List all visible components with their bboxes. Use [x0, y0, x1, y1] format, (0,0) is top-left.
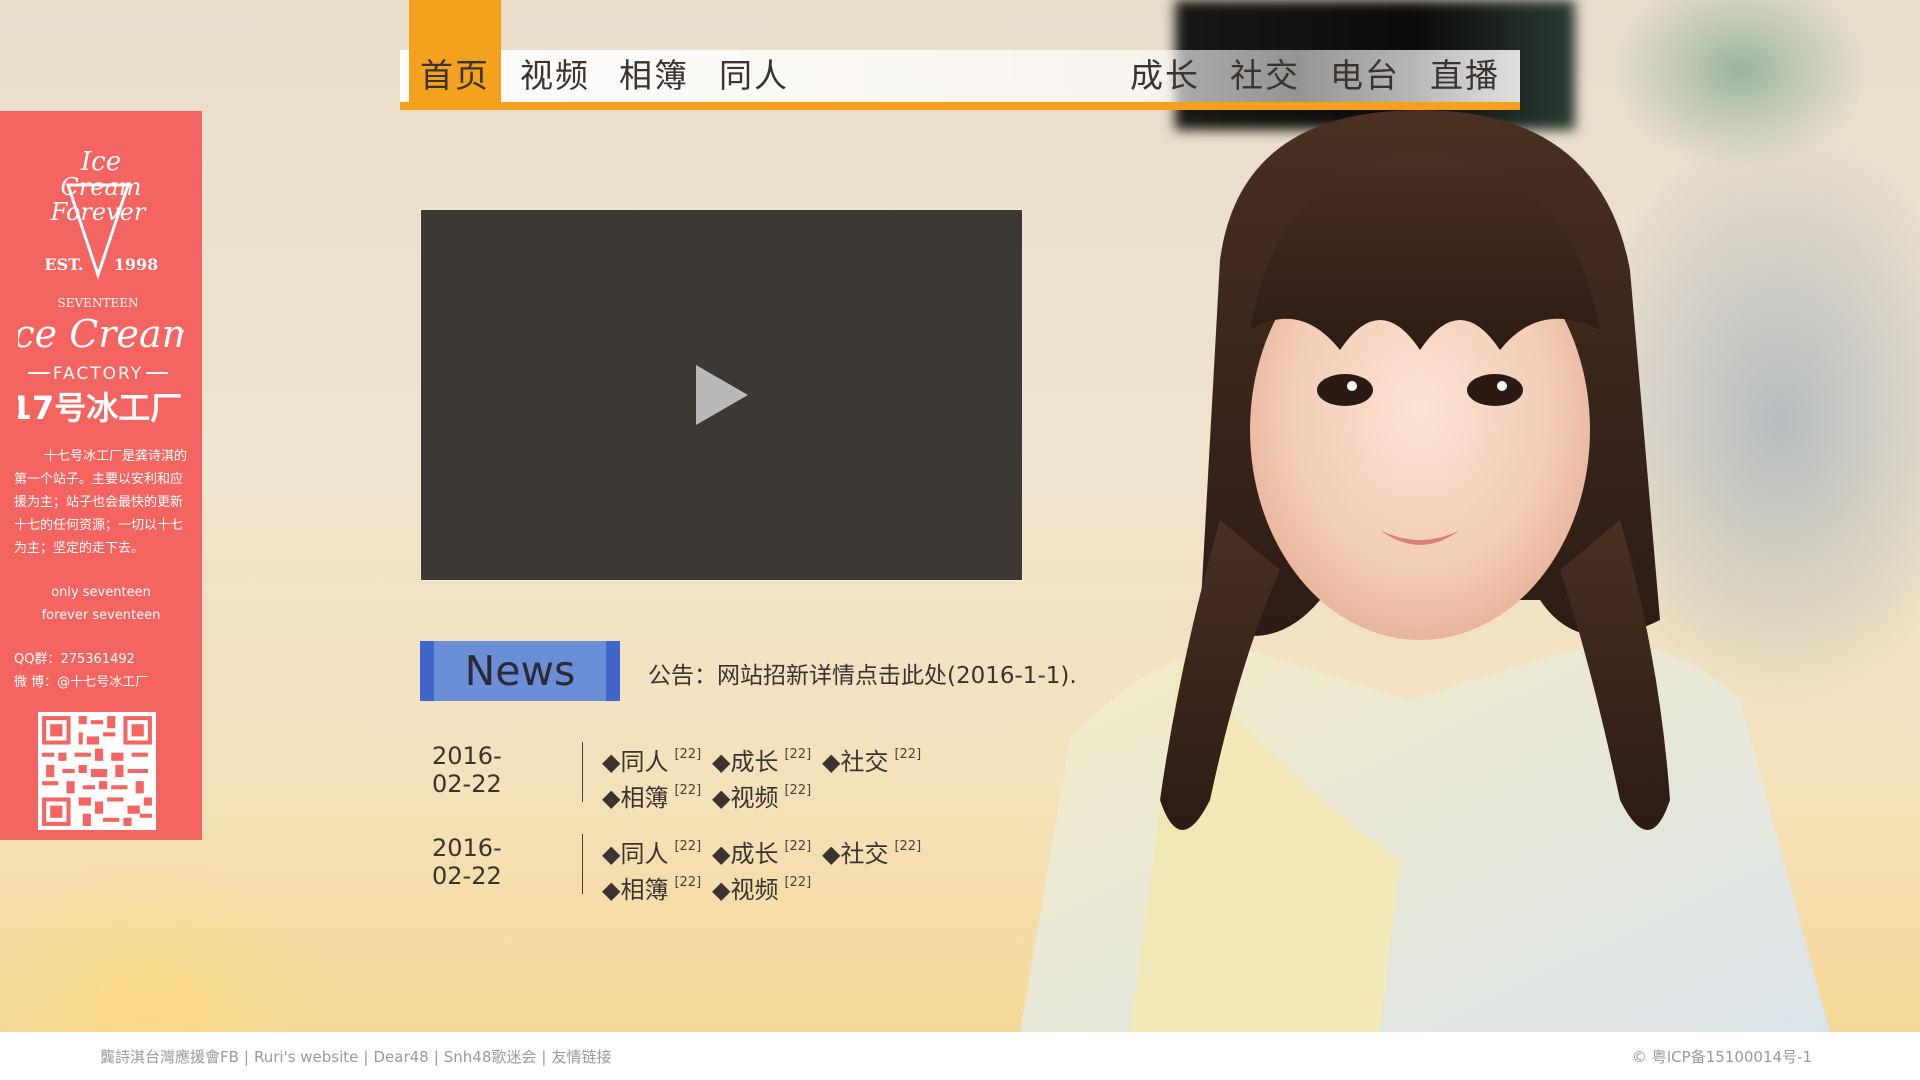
tag-label: ◆视频 — [712, 784, 779, 812]
portrait-photo — [1020, 110, 1830, 1032]
logo-text-est: EST. — [44, 255, 83, 274]
logo-text-cream: Cream — [60, 173, 141, 201]
tag-label: ◆成长 — [712, 748, 779, 776]
announcement-link[interactable]: 公告：网站招新详情点击此处(2016-1-1). — [648, 656, 1077, 690]
tag-label: ◆社交 — [822, 840, 889, 868]
footer-link-dear48[interactable]: Dear48 — [373, 1048, 428, 1066]
news-divider — [582, 834, 583, 894]
tag-count: [22] — [674, 875, 702, 890]
ice-cream-logo[interactable]: Ice Cream Forever EST. 1998 SEVENTEEN Ic… — [18, 125, 184, 435]
tag-label: ◆视频 — [712, 876, 779, 904]
tag-label: ◆社交 — [822, 748, 889, 776]
tag-label: ◆相簿 — [602, 784, 669, 812]
news-date: 2016-02-22 — [432, 742, 502, 798]
news-badge: News — [420, 641, 620, 701]
sidebar-slogan: only seventeen forever seventeen — [0, 581, 202, 627]
footer: 龔詩淇台灣應援會FB | Ruri's website | Dear48 | Snh48歌迷… — [0, 1032, 1920, 1080]
qq-group-text: QQ群：275361492 — [14, 652, 135, 667]
nav-item-album[interactable]: 相簿 — [619, 50, 689, 102]
news-date: 2016-02-22 — [432, 834, 502, 890]
news-tag-social[interactable]: ◆社交 [22] — [822, 742, 921, 777]
brand-text-seventeen: SEVENTEEN — [58, 296, 139, 310]
footer-link-snh48[interactable]: Snh48歌迷会 — [444, 1048, 537, 1066]
footer-separator: | — [433, 1048, 439, 1066]
logo-text-forever: Forever — [50, 198, 147, 226]
footer-link-friends[interactable]: 友情链接 — [551, 1048, 611, 1066]
tag-count: [22] — [784, 839, 812, 854]
tag-label: ◆同人 — [602, 748, 669, 776]
nav-item-growth[interactable]: 成长 — [1130, 50, 1200, 102]
nav-item-live[interactable]: 直播 — [1430, 50, 1500, 102]
slogan-line-1: only seventeen — [51, 585, 151, 600]
nav-item-video[interactable]: 视频 — [520, 50, 590, 102]
news-tag-fanart[interactable]: ◆同人 [22] — [602, 834, 701, 869]
weibo-text[interactable]: 微 博：@十七号冰工厂 — [14, 671, 148, 694]
brand-text-factory: FACTORY — [53, 364, 143, 384]
tag-label: ◆成长 — [712, 840, 779, 868]
qr-code — [38, 712, 156, 830]
sidebar-panel: Ice Cream Forever EST. 1998 SEVENTEEN Ic… — [0, 111, 202, 840]
footer-link-ruri[interactable]: Ruri's website — [254, 1048, 358, 1066]
footer-separator: | — [243, 1048, 249, 1066]
tag-count: [22] — [674, 747, 702, 762]
news-tag-video[interactable]: ◆视频 [22] — [712, 870, 811, 905]
news-divider — [582, 742, 583, 802]
play-icon[interactable] — [696, 365, 748, 425]
brand-text-chinese: 17号冰工厂 — [18, 389, 182, 427]
footer-link-fb[interactable]: 龔詩淇台灣應援會FB — [100, 1048, 239, 1066]
icp-license: © 粤ICP备15100014号-1 — [1631, 1048, 1812, 1066]
news-tag-album[interactable]: ◆相簿 [22] — [602, 778, 701, 813]
news-tag-video[interactable]: ◆视频 [22] — [712, 778, 811, 813]
tag-count: [22] — [894, 747, 922, 762]
logo-text-year: 1998 — [114, 255, 159, 274]
tag-count: [22] — [674, 839, 702, 854]
tag-label: ◆相簿 — [602, 876, 669, 904]
nav-item-radio[interactable]: 电台 — [1330, 50, 1400, 102]
tag-label: ◆同人 — [602, 840, 669, 868]
nav-item-fanart[interactable]: 同人 — [719, 50, 789, 102]
tag-count: [22] — [674, 783, 702, 798]
news-tag-growth[interactable]: ◆成长 [22] — [712, 742, 811, 777]
video-player[interactable] — [421, 210, 1022, 580]
sidebar-contact: QQ群：275361492 微 博：@十七号冰工厂 — [14, 648, 148, 694]
tag-count: [22] — [784, 783, 812, 798]
tag-count: [22] — [894, 839, 922, 854]
nav-item-home[interactable]: 首页 — [420, 50, 490, 102]
brand-text-ice-cream: Ice Cream — [18, 312, 184, 356]
news-tag-growth[interactable]: ◆成长 [22] — [712, 834, 811, 869]
footer-links: 龔詩淇台灣應援會FB | Ruri's website | Dear48 | Snh48歌迷… — [100, 1046, 611, 1067]
news-tag-social[interactable]: ◆社交 [22] — [822, 834, 921, 869]
slogan-line-2: forever seventeen — [41, 608, 161, 623]
news-tag-album[interactable]: ◆相簿 [22] — [602, 870, 701, 905]
sidebar-description: 十七号冰工厂是龚诗淇的第一个站子。主要以安利和应援为主；站子也会最快的更新十七的… — [14, 445, 188, 560]
footer-separator: | — [363, 1048, 369, 1066]
tag-count: [22] — [784, 875, 812, 890]
sidebar-description-text: 十七号冰工厂是龚诗淇的第一个站子。主要以安利和应援为主；站子也会最快的更新十七的… — [14, 449, 188, 556]
news-tag-fanart[interactable]: ◆同人 [22] — [602, 742, 701, 777]
nav-item-social[interactable]: 社交 — [1230, 50, 1300, 102]
footer-separator: | — [541, 1048, 547, 1066]
tag-count: [22] — [784, 747, 812, 762]
